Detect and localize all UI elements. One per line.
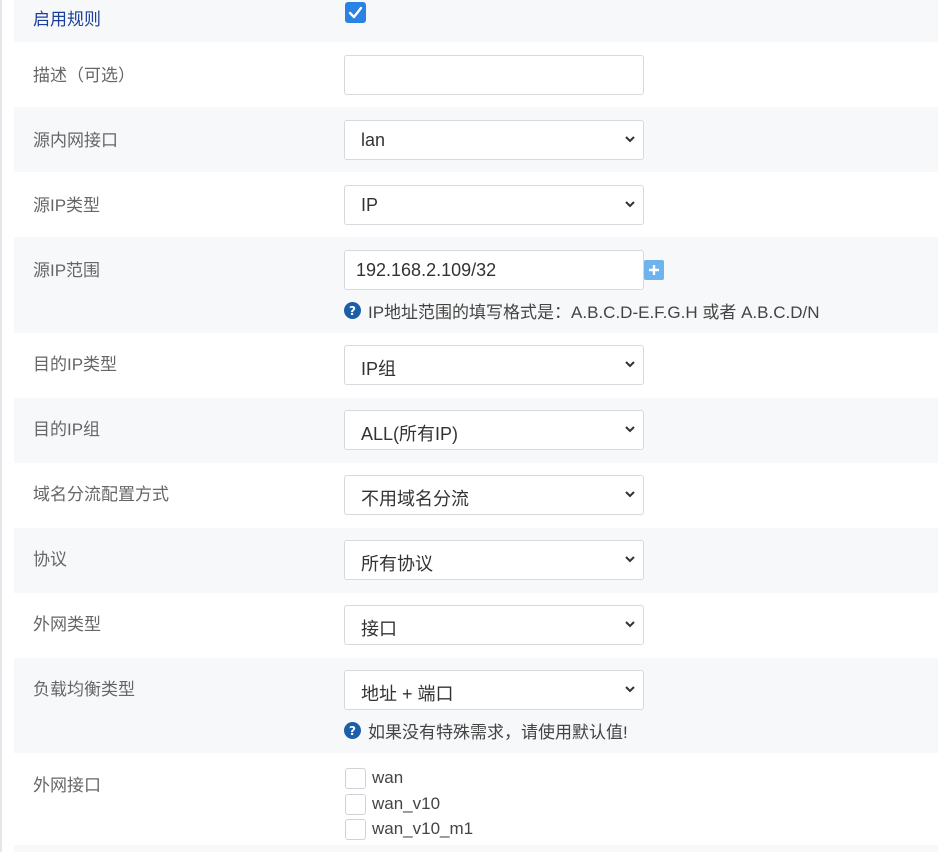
domain-split-label: 域名分流配置方式 — [33, 485, 169, 504]
protocol-select[interactable]: 所有协议 — [344, 540, 644, 580]
dst-ip-type-value: IP组 — [361, 359, 397, 379]
src-ip-type-select[interactable]: IP — [344, 185, 644, 225]
row-lb-type: 负载均衡类型 地址 + 端口 ? 如果没有特殊需求，请使用默认值! — [14, 658, 938, 753]
src-ip-range-label: 源IP范围 — [33, 261, 101, 280]
src-interface-value: lan — [361, 130, 386, 150]
svg-text:?: ? — [349, 304, 356, 318]
check-icon — [348, 6, 363, 19]
chevron-down-icon — [625, 491, 635, 498]
svg-text:?: ? — [349, 724, 356, 738]
lb-type-hint: ? 如果没有特殊需求，请使用默认值! — [344, 718, 628, 743]
wan-type-label: 外网类型 — [33, 615, 101, 634]
dst-ip-group-select[interactable]: ALL(所有IP) — [344, 410, 644, 450]
row-protocol: 协议 所有协议 — [14, 528, 938, 593]
chevron-down-icon — [625, 621, 635, 628]
question-circle-icon: ? — [344, 722, 361, 739]
wan-v10-checkbox[interactable] — [345, 794, 366, 815]
chevron-down-icon — [625, 556, 635, 563]
enable-rule-checkbox[interactable] — [345, 2, 366, 23]
bottom-divider — [14, 845, 938, 852]
protocol-label: 协议 — [33, 550, 67, 569]
chevron-down-icon — [625, 686, 635, 693]
chevron-down-icon — [625, 201, 635, 208]
row-description: 描述（可选） — [14, 42, 938, 107]
wan-option-label: wan — [372, 768, 404, 787]
rule-form: 启用规则 描述（可选） 源内网接口 lan 源IP类型 IP 源IP范围 192… — [0, 0, 938, 852]
lb-type-select[interactable]: 地址 + 端口 — [344, 670, 644, 710]
src-ip-type-value: IP — [361, 195, 379, 215]
domain-split-select[interactable]: 不用域名分流 — [344, 475, 644, 515]
src-ip-type-label: 源IP类型 — [33, 196, 101, 215]
src-interface-select[interactable]: lan — [344, 120, 644, 160]
row-enable-rule: 启用规则 — [14, 0, 938, 42]
enable-rule-label: 启用规则 — [33, 10, 101, 29]
description-label: 描述（可选） — [33, 66, 135, 85]
wan-interfaces-label: 外网接口 — [33, 776, 101, 795]
dst-ip-group-label: 目的IP组 — [33, 420, 101, 439]
row-dst-ip-group: 目的IP组 ALL(所有IP) — [14, 398, 938, 463]
wan-v10-option-label: wan_v10 — [372, 794, 441, 813]
protocol-value: 所有协议 — [361, 554, 433, 574]
src-interface-label: 源内网接口 — [33, 131, 118, 150]
lb-type-hint-text: 如果没有特殊需求，请使用默认值! — [368, 723, 628, 742]
row-domain-split: 域名分流配置方式 不用域名分流 — [14, 463, 938, 528]
domain-split-value: 不用域名分流 — [361, 489, 469, 509]
dst-ip-type-select[interactable]: IP组 — [344, 345, 644, 385]
add-ip-range-button[interactable] — [644, 260, 664, 280]
row-wan-type: 外网类型 接口 — [14, 593, 938, 658]
wan-type-value: 接口 — [361, 619, 397, 639]
lb-type-label: 负载均衡类型 — [33, 680, 135, 699]
wan-checkbox[interactable] — [345, 768, 366, 789]
dst-ip-group-value: ALL(所有IP) — [361, 424, 459, 444]
row-src-ip-range: 源IP范围 192.168.2.109/32 ? IP地址范围的填写格式是：A.… — [14, 237, 938, 333]
dst-ip-type-label: 目的IP类型 — [33, 355, 118, 374]
description-input[interactable] — [344, 55, 644, 95]
ip-range-hint: ? IP地址范围的填写格式是：A.B.C.D-E.F.G.H 或者 A.B.C.… — [344, 298, 819, 323]
src-ip-range-value: 192.168.2.109/32 — [356, 260, 497, 280]
lb-type-value: 地址 + 端口 — [361, 684, 454, 704]
wan-v10-m1-option-label: wan_v10_m1 — [372, 819, 474, 838]
row-src-ip-type: 源IP类型 IP — [14, 172, 938, 237]
ip-range-hint-text: IP地址范围的填写格式是：A.B.C.D-E.F.G.H 或者 A.B.C.D/… — [368, 303, 820, 322]
chevron-down-icon — [625, 136, 635, 143]
row-dst-ip-type: 目的IP类型 IP组 — [14, 333, 938, 398]
row-wan-interfaces: 外网接口 wan wan_v10 wan_v10_m1 — [14, 753, 938, 845]
row-src-interface: 源内网接口 lan — [14, 107, 938, 172]
question-circle-icon: ? — [344, 302, 361, 319]
wan-type-select[interactable]: 接口 — [344, 605, 644, 645]
chevron-down-icon — [625, 361, 635, 368]
wan-v10-m1-checkbox[interactable] — [345, 819, 366, 840]
chevron-down-icon — [625, 426, 635, 433]
plus-icon — [649, 265, 659, 275]
src-ip-range-input[interactable]: 192.168.2.109/32 — [344, 250, 644, 290]
